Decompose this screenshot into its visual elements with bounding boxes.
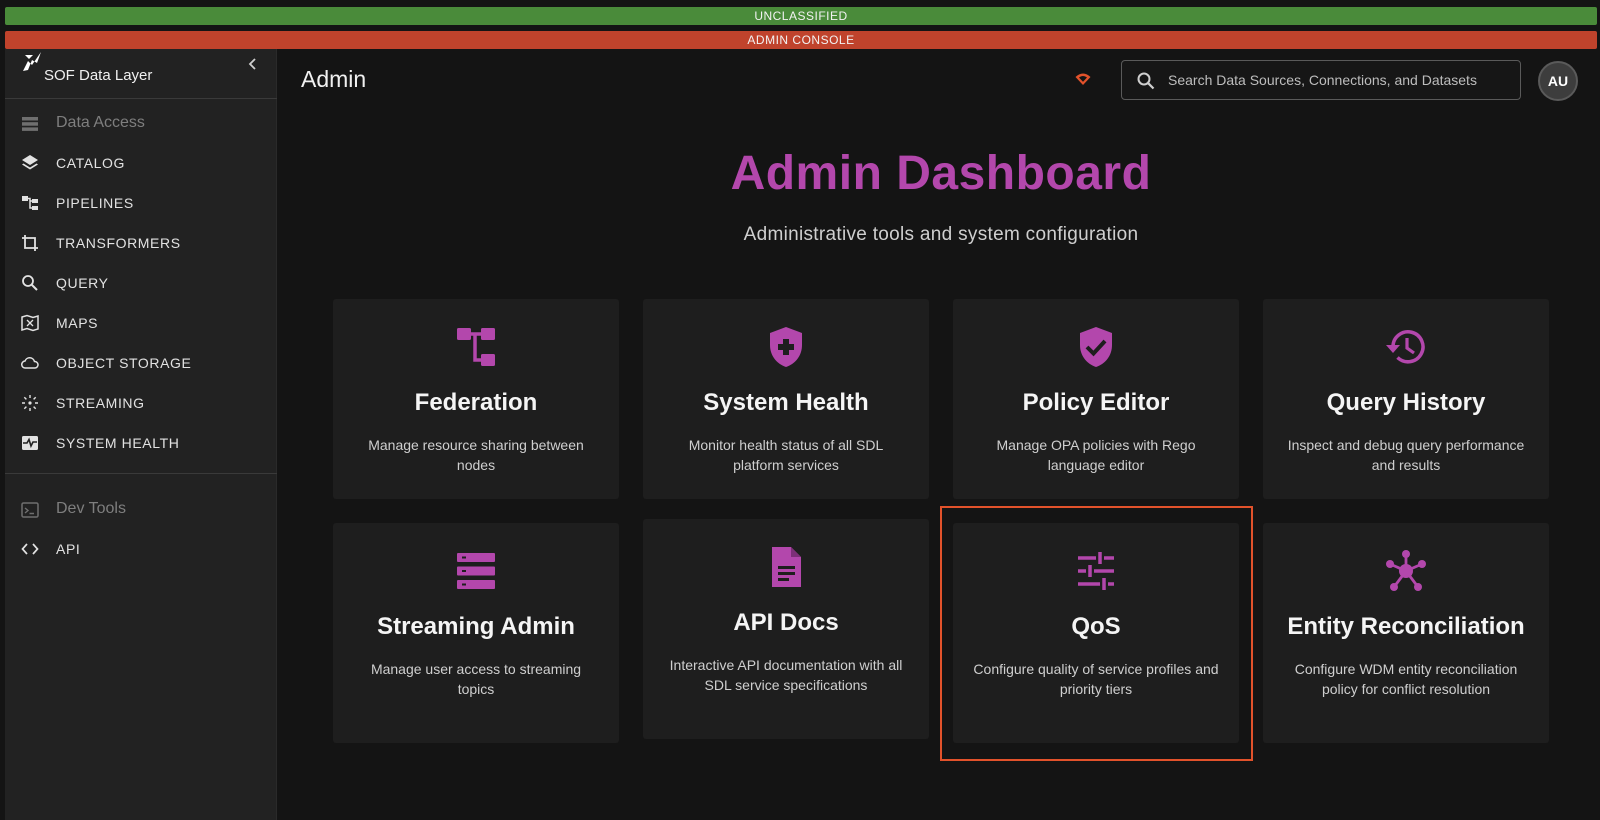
card-streaming-admin[interactable]: Streaming Admin Manage user access to st… [333,523,619,743]
sidebar-item-system-health[interactable]: SYSTEM HEALTH [5,423,277,463]
sidebar-item-pipelines[interactable]: PIPELINES [5,183,277,223]
sidebar-item-label: OBJECT STORAGE [56,355,192,371]
card-description: Configure WDM entity reconciliation poli… [1294,661,1518,697]
dashboard-title: Admin Dashboard [730,147,1152,200]
card-title: System Health [703,389,869,416]
sidebar: SOF Data Layer Data Access CATALOG PIPEL… [5,49,277,820]
history-icon [1386,330,1425,364]
card-title: Policy Editor [1022,389,1170,416]
sidebar-item-query[interactable]: QUERY [5,263,277,303]
layers-icon [22,155,38,170]
card-query-history[interactable]: Query History Inspect and debug query pe… [1263,299,1549,499]
card-entity-reconciliation[interactable]: Entity Reconciliation Configure WDM enti… [1263,523,1549,743]
card-description: Manage resource sharing between nodes [368,437,584,473]
search-icon [22,275,38,291]
nav-section-label: Data Access [56,114,145,131]
chevron-left-icon [248,58,256,70]
search-bar[interactable] [1121,60,1521,100]
streaming-icon [22,395,38,411]
sidebar-item-label: PIPELINES [56,195,134,211]
federation-icon [457,328,495,366]
sidebar-item-label: MAPS [56,315,99,331]
card-policy-editor[interactable]: Policy Editor Manage OPA policies with R… [953,299,1239,499]
card-api-docs[interactable]: API Docs Interactive API documentation w… [643,519,929,739]
card-title: Federation [414,389,538,416]
map-icon [21,314,39,332]
card-title: Streaming Admin [377,613,575,640]
card-description: Monitor health status of all SDL platfor… [688,437,884,473]
health-shield-icon [770,327,802,367]
nav-section-data-access: Data Access [5,104,277,144]
card-system-health[interactable]: System Health Monitor health status of a… [643,299,929,499]
code-icon [21,543,39,555]
card-title: Entity Reconciliation [1287,613,1525,640]
connection-status-icon[interactable] [1074,70,1092,88]
sidebar-item-streaming[interactable]: STREAMING [5,383,277,423]
sidebar-item-label: API [56,541,81,557]
monitor-heart-icon [22,436,38,450]
card-description: Inspect and debug query performance and … [1287,437,1525,473]
storage-icon [22,117,38,131]
document-icon [772,547,801,587]
card-title: API Docs [733,609,839,636]
dashboard-subtitle: Administrative tools and system configur… [743,224,1139,245]
sidebar-item-label: SYSTEM HEALTH [56,435,180,451]
card-description: Interactive API documentation with all S… [669,657,903,693]
verified-shield-icon [1080,327,1112,367]
sidebar-item-catalog[interactable]: CATALOG [5,143,277,183]
sidebar-item-api[interactable]: API [5,529,277,569]
nav-section-dev-tools: Dev Tools [5,490,277,530]
crop-icon [22,235,38,251]
sidebar-item-label: QUERY [56,275,109,291]
sidebar-item-label: STREAMING [56,395,145,411]
search-icon [1137,72,1155,90]
card-federation[interactable]: Federation Manage resource sharing betwe… [333,299,619,499]
admin-console-banner: ADMIN CONSOLE [5,31,1597,49]
card-qos[interactable]: QoS Configure quality of service profile… [953,523,1239,743]
pipeline-icon [22,196,38,210]
list-icon [457,553,495,589]
card-title: Query History [1326,389,1486,416]
collapse-sidebar-button[interactable] [243,57,263,77]
search-input[interactable] [1168,69,1508,91]
card-title: QoS [1071,613,1121,640]
tune-icon [1078,552,1114,590]
sidebar-divider [5,473,277,474]
cloud-icon [21,357,39,369]
sidebar-item-maps[interactable]: MAPS [5,303,277,343]
card-description: Manage OPA policies with Rego language e… [996,437,1196,473]
card-description: Configure quality of service profiles an… [973,661,1219,697]
nav-section-label: Dev Tools [56,500,126,517]
terminal-icon [21,502,39,518]
brand-logo-icon [23,52,41,71]
brand: SOF Data Layer [5,49,277,99]
brand-name: SOF Data Layer [44,67,153,84]
page-title: Admin [301,66,367,92]
sidebar-item-object-storage[interactable]: OBJECT STORAGE [5,343,277,383]
hub-icon [1386,550,1426,591]
user-avatar[interactable]: AU [1538,61,1578,101]
sidebar-item-label: CATALOG [56,155,126,171]
sidebar-item-transformers[interactable]: TRANSFORMERS [5,223,277,263]
classification-banner: UNCLASSIFIED [5,7,1597,25]
sidebar-item-label: TRANSFORMERS [56,235,181,251]
card-description: Manage user access to streaming topics [370,661,582,697]
